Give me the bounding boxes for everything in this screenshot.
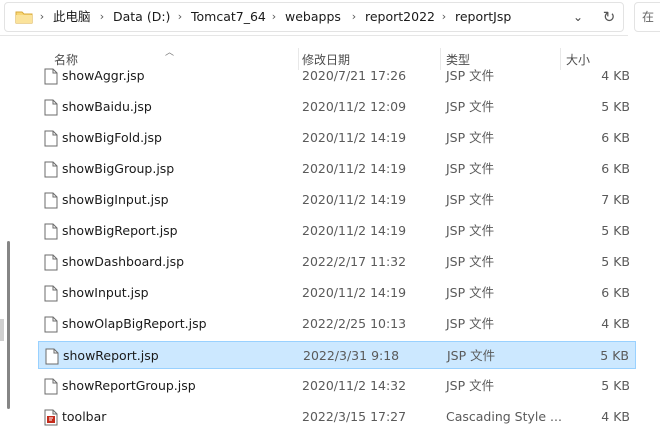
file-row[interactable]: showDashboard.jsp 2022/2/17 11:32 JSP 文件… <box>38 248 636 276</box>
file-icon <box>44 378 58 395</box>
file-date: 2020/11/2 14:19 <box>302 161 407 176</box>
file-row[interactable]: showBigReport.jsp 2020/11/2 14:19 JSP 文件… <box>38 217 636 245</box>
file-row[interactable]: showAggr.jsp 2020/7/21 17:26 JSP 文件 4 KB <box>38 62 636 90</box>
file-size: 7 KB <box>601 192 630 207</box>
file-name: showBigFold.jsp <box>62 130 162 145</box>
file-row[interactable]: showBigGroup.jsp 2020/11/2 14:19 JSP 文件 … <box>38 155 636 183</box>
file-type: JSP 文件 <box>446 161 495 176</box>
chevron-right-icon[interactable]: › <box>175 10 185 24</box>
file-type: JSP 文件 <box>446 68 495 83</box>
file-size: 6 KB <box>601 161 630 176</box>
chevron-right-icon[interactable]: › <box>439 10 449 24</box>
address-bar[interactable]: › 此电脑 › Data (D:) › Tomcat7_64 › webapps… <box>4 2 624 32</box>
file-date: 2020/11/2 12:09 <box>302 99 407 114</box>
css-file-icon <box>44 409 58 426</box>
file-row[interactable]: showBaidu.jsp 2020/11/2 12:09 JSP 文件 5 K… <box>38 93 636 121</box>
file-type: JSP 文件 <box>446 316 495 331</box>
file-date: 2020/11/2 14:19 <box>302 285 407 300</box>
chevron-right-icon[interactable]: › <box>37 10 47 24</box>
file-date: 2022/2/25 10:13 <box>302 316 407 331</box>
file-date: 2020/7/21 17:26 <box>302 68 407 83</box>
breadcrumb-this-pc[interactable]: 此电脑 <box>53 8 91 26</box>
file-date: 2022/3/31 9:18 <box>303 348 400 363</box>
file-icon <box>44 130 58 147</box>
file-type: JSP 文件 <box>446 130 495 145</box>
file-name: toolbar <box>62 409 107 424</box>
search-input[interactable]: 在 <box>634 2 660 32</box>
file-size: 4 KB <box>601 68 630 83</box>
scrollbar-thumb[interactable] <box>7 241 10 409</box>
breadcrumb-webapps[interactable]: webapps <box>285 8 341 26</box>
file-date: 2020/11/2 14:19 <box>302 192 407 207</box>
file-name: showReport.jsp <box>63 348 159 363</box>
file-name: showReportGroup.jsp <box>62 378 196 393</box>
breadcrumb-tomcat[interactable]: Tomcat7_64 <box>191 8 266 26</box>
breadcrumb-report2022[interactable]: report2022 <box>365 8 435 26</box>
file-type: JSP 文件 <box>446 285 495 300</box>
file-size: 5 KB <box>600 348 629 363</box>
file-size: 5 KB <box>601 254 630 269</box>
file-icon <box>44 68 58 85</box>
file-type: JSP 文件 <box>446 99 495 114</box>
file-name: showOlapBigReport.jsp <box>62 316 207 331</box>
file-type: JSP 文件 <box>447 348 496 363</box>
file-name: showAggr.jsp <box>62 68 145 83</box>
file-icon <box>44 254 58 271</box>
file-date: 2020/11/2 14:19 <box>302 130 407 145</box>
chevron-right-icon[interactable]: › <box>97 10 107 24</box>
file-row[interactable]: showReportGroup.jsp 2020/11/2 14:32 JSP … <box>38 372 636 400</box>
file-row[interactable]: toolbar 2022/3/15 17:27 Cascading Style … <box>38 403 636 431</box>
breadcrumb-reportjsp[interactable]: reportJsp <box>455 8 511 26</box>
file-name: showInput.jsp <box>62 285 149 300</box>
file-size: 4 KB <box>601 316 630 331</box>
file-type: JSP 文件 <box>446 378 495 393</box>
file-icon <box>44 99 58 116</box>
file-size: 5 KB <box>601 378 630 393</box>
file-size: 6 KB <box>601 130 630 145</box>
file-type: JSP 文件 <box>446 223 495 238</box>
chevron-right-icon[interactable]: › <box>349 10 359 24</box>
file-name: showBigGroup.jsp <box>62 161 175 176</box>
file-date: 2020/11/2 14:32 <box>302 378 407 393</box>
file-row[interactable]: showOlapBigReport.jsp 2022/2/25 10:13 JS… <box>38 310 636 338</box>
file-icon <box>44 161 58 178</box>
file-name: showBigInput.jsp <box>62 192 169 207</box>
search-placeholder: 在 <box>642 10 655 24</box>
nav-pane-scrollbar[interactable] <box>0 71 18 439</box>
file-icon <box>44 316 58 333</box>
sort-ascending-icon: ︿ <box>165 48 175 58</box>
address-bar-area: › 此电脑 › Data (D:) › Tomcat7_64 › webapps… <box>0 0 628 36</box>
file-date: 2020/11/2 14:19 <box>302 223 407 238</box>
file-name: showDashboard.jsp <box>62 254 185 269</box>
file-name: showBaidu.jsp <box>62 99 152 114</box>
file-size: 5 KB <box>601 99 630 114</box>
pane-splitter[interactable] <box>0 319 4 341</box>
file-name: showBigReport.jsp <box>62 223 178 238</box>
file-row[interactable]: showBigFold.jsp 2020/11/2 14:19 JSP 文件 6… <box>38 124 636 152</box>
file-size: 4 KB <box>601 409 630 424</box>
file-size: 6 KB <box>601 285 630 300</box>
file-row-selected[interactable]: showReport.jsp 2022/3/31 9:18 JSP 文件 5 K… <box>38 341 636 369</box>
file-date: 2022/2/17 11:32 <box>302 254 407 269</box>
file-type: Cascading Style ... <box>446 409 562 424</box>
chevron-down-icon[interactable]: ⌄ <box>569 8 587 26</box>
file-icon <box>45 348 59 365</box>
folder-icon <box>15 10 33 24</box>
refresh-icon[interactable]: ↻ <box>599 7 619 27</box>
file-size: 5 KB <box>601 223 630 238</box>
file-type: JSP 文件 <box>446 254 495 269</box>
file-type: JSP 文件 <box>446 192 495 207</box>
file-icon <box>44 192 58 209</box>
chevron-right-icon[interactable]: › <box>269 10 279 24</box>
file-row[interactable]: showBigInput.jsp 2020/11/2 14:19 JSP 文件 … <box>38 186 636 214</box>
file-icon <box>44 285 58 302</box>
file-row[interactable]: showInput.jsp 2020/11/2 14:19 JSP 文件 6 K… <box>38 279 636 307</box>
breadcrumb-data-drive[interactable]: Data (D:) <box>113 8 170 26</box>
file-icon <box>44 223 58 240</box>
file-date: 2022/3/15 17:27 <box>302 409 407 424</box>
